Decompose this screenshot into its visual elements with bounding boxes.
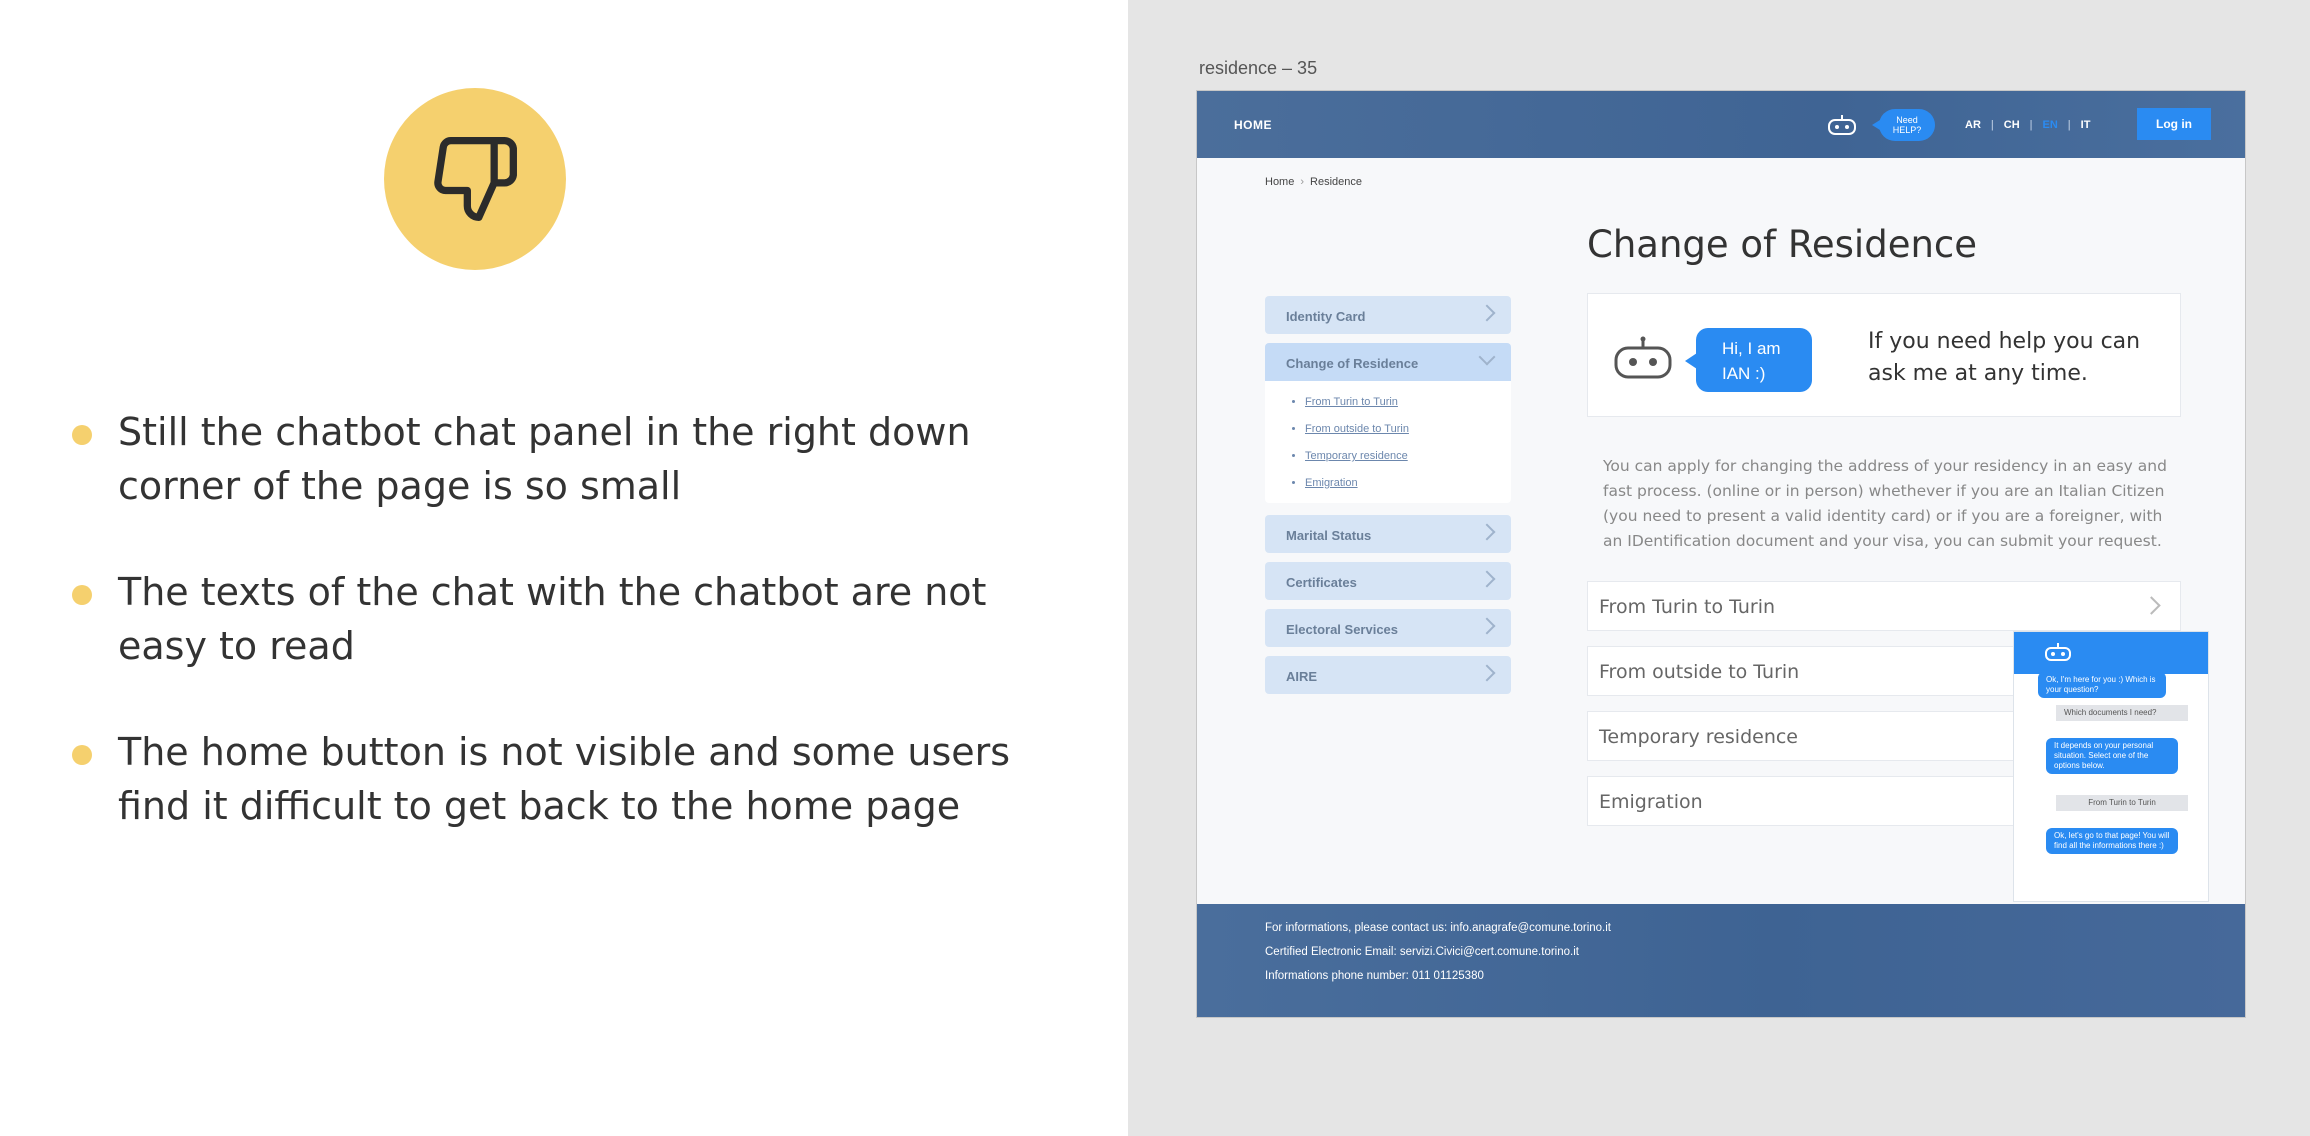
sidebar-item-label: Identity Card bbox=[1286, 309, 1366, 324]
issue-item: Still the chatbot chat panel in the righ… bbox=[70, 405, 1070, 513]
chevron-right-icon bbox=[1478, 523, 1496, 541]
chatbot-intro-card: Hi, I am IAN :) If you need help you can… bbox=[1587, 293, 2181, 417]
thumbs-down-icon bbox=[434, 137, 517, 221]
lang-separator: | bbox=[2029, 119, 2033, 131]
sidebar-item-electoral-services[interactable]: Electoral Services bbox=[1265, 609, 1511, 647]
language-switcher: AR | CH | EN | IT bbox=[1965, 119, 2090, 131]
option-label: Temporary residence bbox=[1599, 726, 1798, 748]
chat-message-user: Which documents I need? bbox=[2056, 705, 2188, 721]
lang-ar[interactable]: AR bbox=[1965, 119, 1981, 131]
slide-panel: Still the chatbot chat panel in the righ… bbox=[0, 0, 1128, 1136]
lang-en[interactable]: EN bbox=[2043, 119, 2058, 131]
option-label: From outside to Turin bbox=[1599, 661, 1800, 683]
page-title: Change of Residence bbox=[1587, 223, 1978, 266]
mockup-panel: residence – 35 HOME Need HELP? AR | CH | bbox=[1128, 0, 2310, 1136]
chevron-right-icon bbox=[2142, 596, 2161, 615]
chevron-right-icon bbox=[1478, 570, 1496, 588]
breadcrumb: Home › Residence bbox=[1265, 176, 1362, 188]
lang-it[interactable]: IT bbox=[2081, 119, 2091, 131]
chat-message-user: From Turin to Turin bbox=[2056, 795, 2188, 811]
lang-ch[interactable]: CH bbox=[2004, 119, 2020, 131]
issue-item: The texts of the chat with the chatbot a… bbox=[70, 565, 1070, 673]
home-link[interactable]: HOME bbox=[1234, 118, 1272, 132]
sidebar-item-label: Electoral Services bbox=[1286, 622, 1399, 637]
bullet-dot bbox=[72, 585, 92, 605]
robot-icon[interactable] bbox=[1827, 114, 1857, 141]
footer-contact-email: For informations, please contact us: inf… bbox=[1265, 922, 1611, 934]
sidebar-item-marital-status[interactable]: Marital Status bbox=[1265, 515, 1511, 553]
website-mockup: HOME Need HELP? AR | CH | EN | IT Log in… bbox=[1196, 90, 2246, 1018]
submenu-link[interactable]: Emigration bbox=[1305, 470, 1511, 497]
issue-text: The texts of the chat with the chatbot a… bbox=[118, 570, 987, 668]
robot-icon bbox=[2045, 643, 2071, 661]
lang-separator: | bbox=[1990, 119, 1994, 131]
breadcrumb-home[interactable]: Home bbox=[1265, 176, 1294, 188]
sidebar: Identity Card Change of Residence From T… bbox=[1265, 296, 1511, 703]
need-help-line1: Need bbox=[1896, 115, 1918, 125]
sidebar-item-label: Marital Status bbox=[1286, 528, 1372, 543]
need-help-bubble[interactable]: Need HELP? bbox=[1872, 109, 1935, 141]
option-from-turin-to-turin[interactable]: From Turin to Turin bbox=[1587, 581, 2181, 631]
site-footer: For informations, please contact us: inf… bbox=[1197, 904, 2245, 1017]
greeting-line1: Hi, I am bbox=[1722, 339, 1781, 358]
issue-text: Still the chatbot chat panel in the righ… bbox=[118, 410, 971, 508]
sidebar-item-certificates[interactable]: Certificates bbox=[1265, 562, 1511, 600]
sidebar-submenu: From Turin to Turin From outside to Turi… bbox=[1265, 381, 1511, 503]
breadcrumb-separator: › bbox=[1300, 176, 1305, 188]
footer-phone: Informations phone number: 011 01125380 bbox=[1265, 970, 1484, 982]
chevron-right-icon bbox=[1478, 617, 1496, 635]
login-button[interactable]: Log in bbox=[2137, 108, 2211, 140]
chat-message-bot: Ok, I'm here for you :) Which is your qu… bbox=[2038, 672, 2166, 698]
site-header: HOME Need HELP? AR | CH | EN | IT Log in bbox=[1197, 91, 2245, 158]
sidebar-item-label: AIRE bbox=[1286, 669, 1318, 684]
chevron-down-icon bbox=[1478, 348, 1496, 366]
greeting-line2: IAN :) bbox=[1722, 364, 1766, 383]
issue-item: The home button is not visible and some … bbox=[70, 725, 1070, 833]
chevron-right-icon bbox=[1478, 304, 1496, 322]
chat-header bbox=[2014, 632, 2208, 674]
bot-greeting-bubble[interactable]: Hi, I am IAN :) bbox=[1685, 328, 1812, 392]
lang-separator: | bbox=[2067, 119, 2071, 131]
need-help-line2: HELP? bbox=[1892, 125, 1922, 135]
chat-message-bot: Ok, let's go to that page! You will find… bbox=[2046, 828, 2178, 854]
submenu-link[interactable]: From Turin to Turin bbox=[1305, 389, 1511, 416]
submenu-link[interactable]: From outside to Turin bbox=[1305, 416, 1511, 443]
chevron-right-icon bbox=[1478, 664, 1496, 682]
chat-message-bot: It depends on your personal situation. S… bbox=[2046, 738, 2178, 774]
artboard-label: residence – 35 bbox=[1199, 58, 1318, 78]
sidebar-item-label: Certificates bbox=[1286, 575, 1357, 590]
sidebar-item-aire[interactable]: AIRE bbox=[1265, 656, 1511, 694]
sidebar-item-change-of-residence[interactable]: Change of Residence bbox=[1265, 343, 1511, 381]
sidebar-item-identity-card[interactable]: Identity Card bbox=[1265, 296, 1511, 334]
bot-help-text: If you need help you can ask me at any t… bbox=[1868, 329, 2141, 386]
page-description: You can apply for changing the address o… bbox=[1603, 457, 2167, 550]
footer-certified-email: Certified Electronic Email: servizi.Civi… bbox=[1265, 946, 1579, 958]
issue-text: The home button is not visible and some … bbox=[118, 730, 1011, 828]
sidebar-item-label: Change of Residence bbox=[1286, 356, 1419, 371]
bullet-dot bbox=[72, 745, 92, 765]
option-label: From Turin to Turin bbox=[1599, 596, 1776, 618]
option-label: Emigration bbox=[1599, 791, 1703, 813]
issues-list: Still the chatbot chat panel in the righ… bbox=[70, 405, 1070, 885]
bullet-dot bbox=[72, 425, 92, 445]
thumbs-down-badge bbox=[384, 88, 566, 270]
breadcrumb-current: Residence bbox=[1310, 176, 1362, 188]
chatbot-panel[interactable]: Ok, I'm here for you :) Which is your qu… bbox=[2013, 631, 2209, 902]
submenu-link[interactable]: Temporary residence bbox=[1305, 443, 1511, 470]
robot-icon bbox=[1613, 336, 1673, 385]
